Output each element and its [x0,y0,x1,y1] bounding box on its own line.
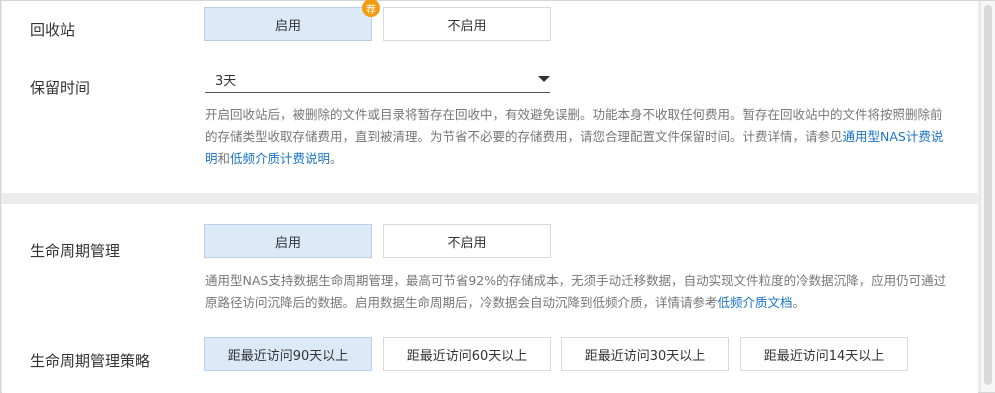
lifecycle-description: 通用型NAS支持数据生命周期管理，最高可节省92%的存储成本，无须手动迁移数据，… [205,270,950,314]
lifecycle-card: 生命周期管理 启用 不启用 通用型NAS支持数据生命周期管理，最高可节省92%的… [2,204,978,393]
low-freq-doc-link[interactable]: 低频介质文档 [718,295,793,310]
retention-time-select[interactable]: 3天 [205,65,550,93]
recycle-description-end: 。 [330,151,343,166]
recycle-description: 开启回收站后，被删除的文件或目录将暂存在回收中，有效避免误删。功能本身不收取任何… [205,104,950,170]
lifecycle-disable-button[interactable]: 不启用 [383,224,551,258]
policy-60-days-button[interactable]: 距最近访问60天以上 [383,337,551,371]
lifecycle-label: 生命周期管理 [30,242,121,260]
settings-panel: 回收站 启用 荐 不启用 保留时间 3天 开启回收站后，被删除的文件或目录将暂存… [0,0,995,393]
scrollbar-thumb[interactable] [984,5,992,385]
recycle-enable-label: 启用 [274,18,301,34]
lifecycle-enable-button[interactable]: 启用 [204,224,372,258]
recycle-enable-button[interactable]: 启用 荐 [204,0,380,41]
policy-14-days-button[interactable]: 距最近访问14天以上 [740,337,908,371]
recommended-badge: 荐 [362,0,380,17]
low-freq-billing-link[interactable]: 低频介质计费说明 [230,151,330,166]
lifecycle-description-end: 。 [792,295,806,310]
recycle-description-and: 和 [217,151,231,166]
vertical-scrollbar[interactable] [980,1,995,392]
recycle-bin-label: 回收站 [30,21,76,39]
lifecycle-policy-label: 生命周期管理策略 [30,352,151,370]
chevron-down-icon [538,76,550,82]
recycle-bin-card: 回收站 启用 荐 不启用 保留时间 3天 开启回收站后，被删除的文件或目录将暂存… [2,0,978,193]
lifecycle-description-text: 通用型NAS支持数据生命周期管理，最高可节省92%的存储成本，无须手动迁移数据，… [205,273,947,310]
retention-time-value: 3天 [215,74,237,89]
policy-90-days-button[interactable]: 距最近访问90天以上 [204,337,372,371]
recycle-disable-button[interactable]: 不启用 [383,7,551,41]
recycle-description-text: 开启回收站后，被删除的文件或目录将暂存在回收中，有效避免误删。功能本身不收取任何… [205,107,943,144]
retention-time-label: 保留时间 [30,79,91,97]
policy-30-days-button[interactable]: 距最近访问30天以上 [561,337,729,371]
